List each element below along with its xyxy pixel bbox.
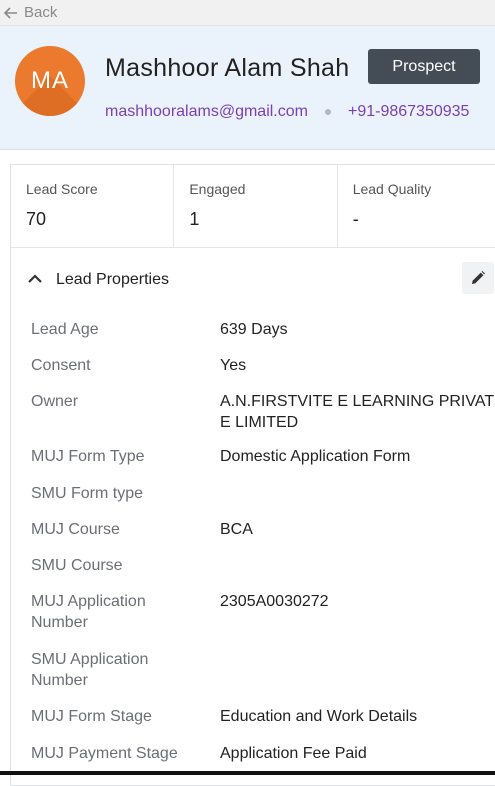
separator-dot (324, 109, 331, 115)
property-value: Domestic Application Form (220, 448, 411, 465)
lead-header: MA Mashhoor Alam Shah Prospect mashhoora… (0, 26, 495, 150)
property-label: SMU Application Number (31, 651, 149, 689)
section-title: Lead Properties (56, 271, 169, 288)
stat-value: - (352, 209, 359, 229)
stats-row: Lead Score 70 Engaged 1 Lead Quality - (11, 165, 495, 248)
edit-button[interactable] (462, 262, 494, 294)
property-label: MUJ Form Stage (31, 708, 152, 725)
property-label: SMU Form type (31, 485, 144, 502)
top-bar: Back (0, 0, 495, 26)
property-label: MUJ Form Type (31, 448, 145, 465)
property-value: Education and Work Details (220, 708, 418, 725)
contact-row: mashhooralams@gmail.com +91-9867350935 (105, 103, 469, 121)
phone-link[interactable]: +91-9867350935 (348, 103, 469, 121)
property-label: Consent (31, 357, 91, 374)
avatar-initials: MA (31, 67, 69, 94)
property-value: 2305A0030272 (220, 593, 329, 610)
property-label: MUJ Application Number (31, 593, 146, 631)
pencil-icon (472, 271, 485, 284)
lead-details-panel: Lead Score 70 Engaged 1 Lead Quality - L… (10, 164, 495, 786)
bottom-border (0, 771, 495, 775)
stat-value: 1 (189, 209, 200, 229)
stat-lead-score: Lead Score 70 (11, 165, 175, 247)
back-label: Back (24, 4, 58, 21)
stat-value: 70 (26, 209, 47, 229)
arrow-left-icon (4, 6, 17, 19)
property-value: Application Fee Paid (220, 745, 367, 762)
stat-label: Engaged (189, 181, 246, 197)
back-button[interactable]: Back (4, 4, 57, 21)
stat-label: Lead Quality (352, 181, 432, 197)
property-value: Yes (220, 357, 247, 374)
property-label: MUJ Payment Stage (31, 745, 178, 762)
lead-properties-header: Lead Properties (11, 262, 495, 302)
chevron-up-icon[interactable] (27, 271, 43, 289)
property-label: SMU Course (31, 557, 123, 574)
property-value: A.N.FIRSTVITE E LEARNING PRIVATE LIMITED (220, 393, 495, 431)
stat-lead-quality: Lead Quality - (338, 165, 495, 247)
stat-engaged: Engaged 1 (174, 165, 338, 247)
stat-label: Lead Score (26, 181, 98, 197)
property-label: Owner (31, 393, 79, 410)
property-label: Lead Age (31, 321, 99, 338)
avatar: MA (15, 46, 85, 116)
property-value: BCA (220, 521, 253, 538)
property-value: 639 Days (220, 321, 288, 338)
email-link[interactable]: mashhooralams@gmail.com (105, 103, 308, 121)
property-label: MUJ Course (31, 521, 120, 538)
status-button[interactable]: Prospect (368, 49, 480, 84)
lead-name: Mashhoor Alam Shah (105, 54, 350, 82)
